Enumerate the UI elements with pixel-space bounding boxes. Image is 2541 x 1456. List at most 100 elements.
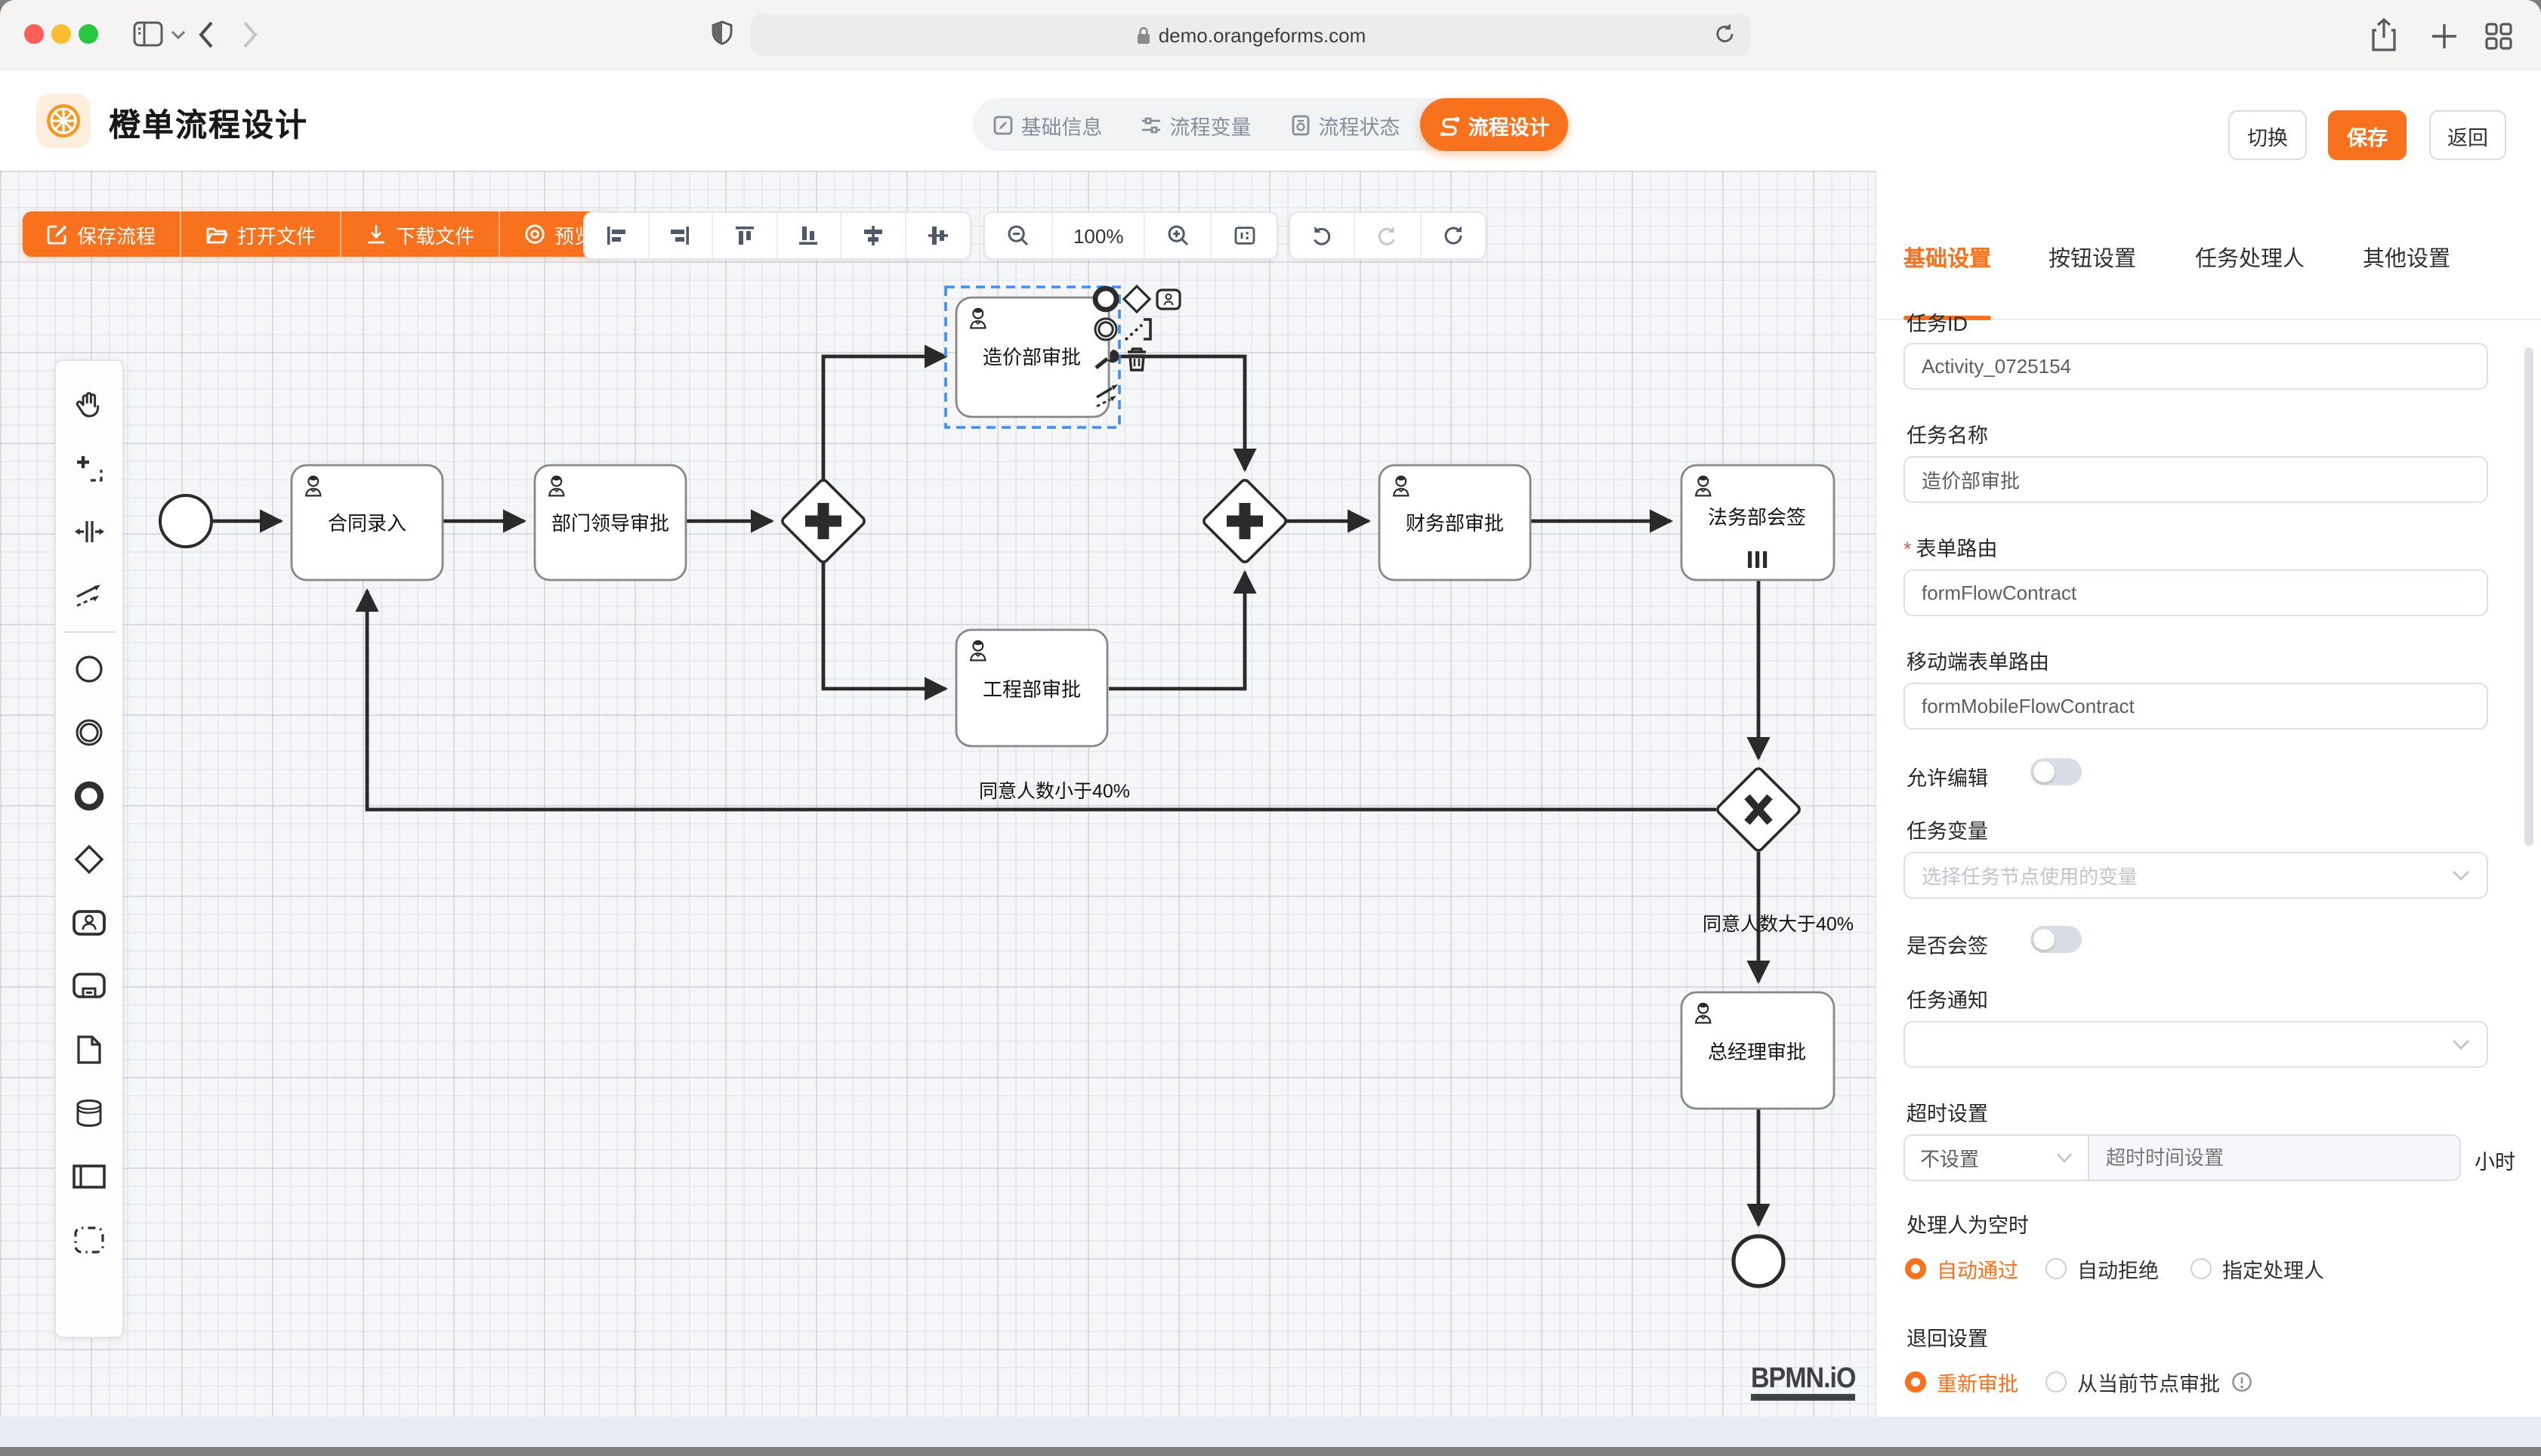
svg-text:工程部审批: 工程部审批 [983,678,1081,701]
edge-label-lt40[interactable]: 同意人数小于40% [979,781,1130,802]
empty-handler-label: 处理人为空时 [1907,1208,2029,1239]
document-icon [1290,114,1311,135]
orange-logo-icon [44,101,83,140]
chevron-down-icon [2452,869,2470,881]
radio-auto-reject[interactable]: 自动拒绝 [2045,1254,2159,1284]
pad-delete[interactable] [1128,349,1146,370]
sidebar-icon[interactable] [133,20,166,50]
app-header: 橙单流程设计 基础信息 流程变量 流程状态 流程设计 切换 保存 返回 [0,71,2541,172]
back-button[interactable]: 返回 [2429,110,2506,160]
chevron-down-icon [2452,1038,2470,1050]
task-vars-select[interactable]: 选择任务节点使用的变量 [1903,852,2488,899]
task-node-dept-leader-approve[interactable]: 部门领导审批 [535,465,686,580]
timeout-group: 不设置 [1903,1134,2461,1181]
timeout-unit: 小时 [2475,1145,2515,1175]
app-logo [36,94,91,148]
svg-text:财务部审批: 财务部审批 [1406,512,1504,535]
pad-end-event[interactable] [1095,288,1116,310]
task-node-finance-approve[interactable]: 财务部审批 [1379,465,1530,580]
tab-flow-status[interactable]: 流程状态 [1270,98,1419,151]
timeout-hours-input[interactable] [2089,1136,2459,1180]
pad-text-annotation[interactable] [1125,319,1150,340]
zoom-window-button[interactable] [79,24,98,44]
form-route-label: *表单路由 [1903,532,1998,562]
svg-text:法务部会签: 法务部会签 [1708,506,1806,529]
bpmn-canvas[interactable]: 保存流程 打开文件 下载文件 预览 [0,171,1875,1417]
bpmn-diagram: 合同录入 部门领导审批 造价部审批 工程部审批 财务部审批 法务部会签 [0,171,1875,1417]
tab-basic-info[interactable]: 基础信息 [973,98,1122,151]
end-event-node[interactable] [1734,1236,1783,1286]
task-node-engineering-approve[interactable]: 工程部审批 [956,630,1107,746]
radio-auto-pass[interactable]: 自动通过 [1905,1254,2018,1284]
task-name-label: 任务名称 [1907,418,1988,449]
svg-text:合同录入: 合同录入 [328,512,406,535]
privacy-shield-icon[interactable] [710,20,734,50]
flow-icon [1438,114,1461,135]
countersign-label: 是否会签 [1907,929,1988,959]
reload-icon[interactable] [1713,21,1737,47]
pad-intermediate-event[interactable] [1095,319,1116,340]
radio-from-current-node[interactable]: 从当前节点审批 [2045,1367,2252,1397]
header-tab-group: 基础信息 流程变量 流程状态 流程设计 [973,98,1568,151]
rollback-label: 退回设置 [1907,1322,1988,1352]
task-node-cost-dept-approve[interactable]: 造价部审批 [946,287,1119,427]
url-text: demo.orangeforms.com [1159,23,1366,46]
close-window-button[interactable] [24,24,44,44]
tab-overview-icon[interactable] [2484,21,2514,51]
svg-text:总经理审批: 总经理审批 [1708,1041,1806,1063]
task-notify-select[interactable] [1903,1021,2488,1068]
svg-text:造价部审批: 造价部审批 [983,346,1081,369]
horizontal-scrollbar[interactable] [0,1417,2541,1447]
back-icon[interactable] [196,20,215,50]
task-node-contract-entry[interactable]: 合同录入 [292,465,443,580]
multi-instance-marker [1748,551,1767,568]
countersign-toggle[interactable] [2030,926,2082,953]
sliders-icon [1141,114,1162,135]
edge-label-gt40[interactable]: 同意人数大于40% [1703,914,1854,935]
task-id-input[interactable] [1903,343,2488,390]
minimize-window-button[interactable] [51,24,71,44]
allow-edit-toggle[interactable] [2030,758,2082,785]
save-button[interactable]: 保存 [2328,110,2407,160]
panel-tab-button-settings[interactable]: 按钮设置 [2049,242,2136,273]
lock-icon [1136,25,1151,45]
page-title: 橙单流程设计 [109,101,308,147]
form-route-input[interactable] [1903,569,2488,616]
switch-button[interactable]: 切换 [2228,110,2307,160]
chevron-down-icon[interactable] [171,30,186,41]
share-icon[interactable] [2369,18,2399,54]
timeout-mode-select[interactable]: 不设置 [1905,1136,2089,1180]
start-event-node[interactable] [160,495,211,547]
svg-text:部门领导审批: 部门领导审批 [551,512,669,535]
tab-flow-variables[interactable]: 流程变量 [1122,98,1270,151]
form-icon [993,114,1014,135]
parallel-gateway-join[interactable] [1202,478,1287,563]
radio-assign-handler[interactable]: 指定处理人 [2191,1254,2324,1284]
new-tab-icon[interactable] [2429,21,2459,51]
radio-re-approve[interactable]: 重新审批 [1905,1367,2018,1397]
parallel-gateway-split[interactable] [780,478,866,563]
bpmn-io-watermark[interactable]: BPMN.iO [1751,1362,1855,1401]
task-vars-placeholder: 选择任务节点使用的变量 [1922,861,2138,890]
mobile-form-route-label: 移动端表单路由 [1907,645,2049,675]
panel-tab-task-handler[interactable]: 任务处理人 [2195,242,2305,273]
mobile-form-route-input[interactable] [1903,683,2488,730]
screen: demo.orangeforms.com 橙单流程设计 基础信息 流程变量 流程… [0,0,2541,1456]
task-name-input[interactable] [1903,456,2488,503]
panel-tab-basic-settings[interactable]: 基础设置 [1903,242,1991,273]
panel-tab-other-settings[interactable]: 其他设置 [2363,242,2450,273]
info-icon [2231,1371,2252,1393]
panel-scrollbar[interactable] [2524,347,2533,846]
forward-icon[interactable] [242,20,260,50]
task-node-legal-countersign[interactable]: 法务部会签 [1681,465,1834,580]
task-notify-label: 任务通知 [1907,983,1988,1013]
tab-flow-design[interactable]: 流程设计 [1419,98,1568,151]
task-node-gm-approve[interactable]: 总经理审批 [1681,992,1834,1109]
pad-user-task[interactable] [1157,290,1180,309]
properties-panel: 基础设置 按钮设置 任务处理人 其他设置 任务ID 任务名称 *表单路由 移动端… [1875,171,2541,1417]
task-id-label: 任务ID [1907,307,1968,337]
exclusive-gateway[interactable] [1715,767,1801,852]
chevron-down-icon [2056,1152,2073,1164]
pad-gateway[interactable] [1124,286,1150,312]
address-bar[interactable]: demo.orangeforms.com [751,14,1751,56]
